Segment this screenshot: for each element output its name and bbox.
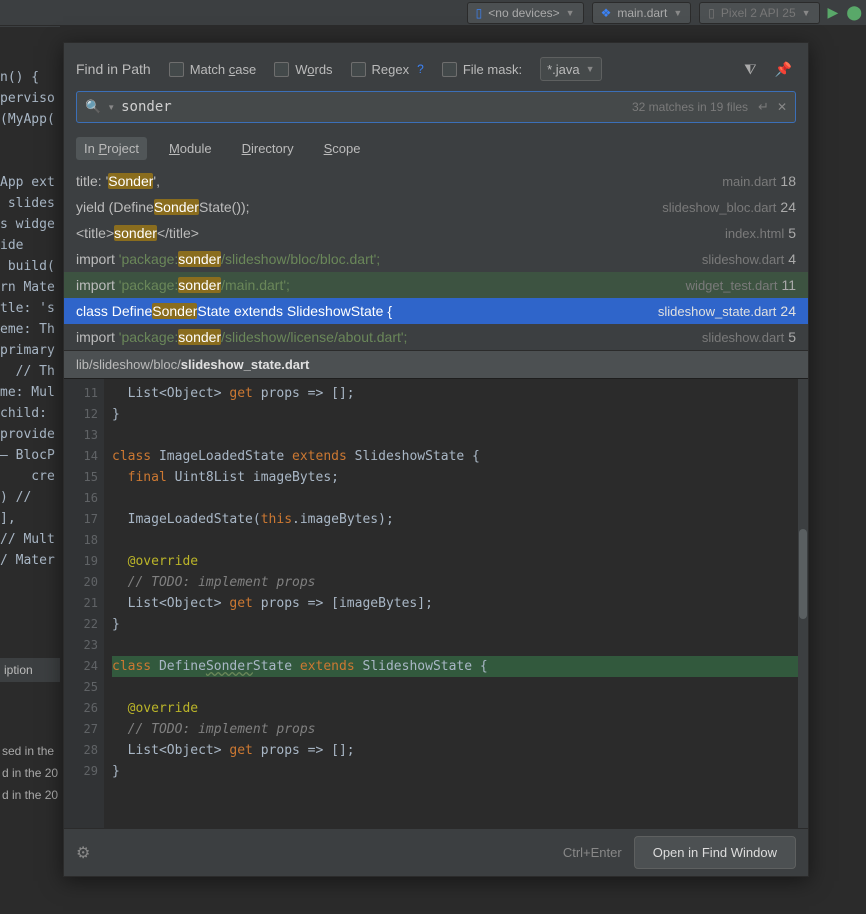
run-config-selector[interactable]: ❖ main.dart ▼: [592, 2, 692, 24]
checkbox[interactable]: [442, 62, 457, 77]
words-option[interactable]: Words: [274, 62, 332, 77]
checkbox[interactable]: [274, 62, 289, 77]
scrollbar[interactable]: [798, 379, 808, 828]
result-row[interactable]: class DefineSonderState extends Slidesho…: [64, 298, 808, 324]
checkbox[interactable]: [169, 62, 184, 77]
ide-toolbar: ▯ <no devices> ▼ ❖ main.dart ▼ ▯ Pixel 2…: [0, 0, 866, 26]
result-row[interactable]: import 'package:sonder/slideshow/bloc/bl…: [64, 246, 808, 272]
pin-icon[interactable]: 📌: [775, 61, 792, 78]
chevron-down-icon: ▼: [586, 64, 595, 74]
result-row[interactable]: yield (DefineSonderState());slideshow_bl…: [64, 194, 808, 220]
match-case-option[interactable]: Match case: [169, 62, 256, 77]
device-icon: ▯: [708, 6, 715, 20]
find-in-path-dialog: Find in Path Match case Words Regex ? Fi…: [63, 42, 809, 877]
code-lines[interactable]: List<Object> get props => []; } class Im…: [104, 379, 808, 828]
clear-icon[interactable]: ✕: [777, 100, 787, 114]
background-text-tail: sed in the d in the 20 d in the 20: [0, 740, 60, 806]
chevron-down-icon: ▼: [566, 8, 575, 18]
device-selector[interactable]: ▯ <no devices> ▼: [467, 2, 584, 24]
emulator-selector[interactable]: ▯ Pixel 2 API 25 ▼: [699, 2, 819, 24]
gutter: 11121314151617181920212223242526272829: [64, 379, 104, 828]
search-box: 🔍 ▼ 32 matches in 19 files ↵ ✕: [76, 91, 796, 123]
background-panel-label: iption: [0, 658, 60, 682]
help-icon[interactable]: ?: [417, 62, 424, 76]
debug-icon[interactable]: ⬤: [846, 4, 862, 21]
enter-icon: ↵: [758, 99, 769, 115]
file-mask-option[interactable]: File mask:: [442, 62, 522, 77]
scope-tab[interactable]: Module: [161, 137, 220, 160]
result-row[interactable]: import 'package:sonder/slideshow/license…: [64, 324, 808, 350]
scope-tab[interactable]: Directory: [234, 137, 302, 160]
chevron-down-icon: ▼: [673, 8, 682, 18]
result-row[interactable]: import 'package:sonder/main.dart';widget…: [64, 272, 808, 298]
run-icon[interactable]: ▶: [828, 4, 839, 21]
result-row[interactable]: <title>sonder</title>index.html5: [64, 220, 808, 246]
scope-tab[interactable]: Scope: [316, 137, 369, 160]
regex-option[interactable]: Regex ?: [351, 62, 424, 77]
chevron-down-icon[interactable]: ▼: [107, 103, 115, 112]
gear-icon[interactable]: ⚙: [76, 843, 90, 863]
match-count: 32 matches in 19 files: [632, 100, 748, 114]
preview-file-path: lib/slideshow/bloc/slideshow_state.dart: [64, 350, 808, 378]
dialog-footer: ⚙ Ctrl+Enter Open in Find Window: [64, 828, 808, 876]
results-list: title: 'Sonder',main.dart18yield (Define…: [64, 168, 808, 350]
chevron-down-icon: ▼: [802, 8, 811, 18]
dialog-header: Find in Path Match case Words Regex ? Fi…: [64, 43, 808, 91]
filter-icon[interactable]: ⧨: [744, 61, 757, 78]
search-icon: 🔍: [85, 99, 101, 115]
scope-tabs: In Project Module Directory Scope: [64, 123, 808, 168]
flutter-icon: ❖: [601, 6, 612, 20]
dialog-title: Find in Path: [76, 61, 151, 77]
file-mask-selector[interactable]: *.java ▼: [540, 57, 601, 81]
code-preview: 11121314151617181920212223242526272829 L…: [64, 378, 808, 828]
scope-tab[interactable]: In Project: [76, 137, 147, 160]
result-row[interactable]: title: 'Sonder',main.dart18: [64, 168, 808, 194]
shortcut-hint: Ctrl+Enter: [563, 845, 622, 860]
open-in-find-window-button[interactable]: Open in Find Window: [634, 836, 796, 869]
checkbox[interactable]: [351, 62, 366, 77]
search-input[interactable]: [121, 99, 632, 115]
phone-icon: ▯: [476, 6, 483, 20]
